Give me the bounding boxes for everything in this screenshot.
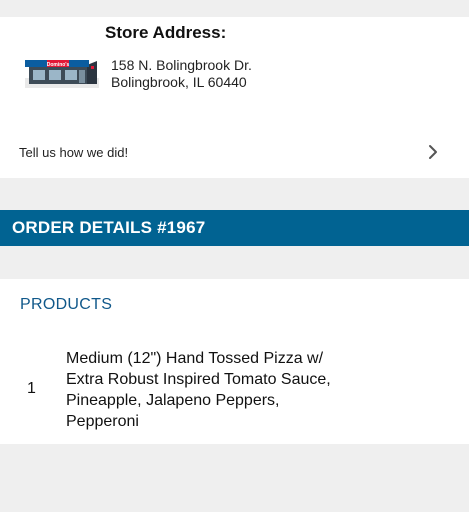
chevron-right-icon (429, 145, 437, 159)
product-description: Medium (12") Hand Tossed Pizza w/ Extra … (66, 350, 331, 430)
dominos-storefront-icon: Domino's (25, 60, 99, 88)
store-address-title: Store Address: (105, 23, 227, 42)
products-section-label: PRODUCTS (20, 296, 113, 313)
store-card: Domino's Store Address: 158 N. Bolingbro… (0, 17, 469, 178)
svg-text:Domino's: Domino's (47, 62, 70, 68)
order-details-header: ORDER DETAILS #1967 (0, 210, 469, 246)
store-address-line2: Bolingbrook, IL 60440 (111, 74, 247, 90)
order-details-title: ORDER DETAILS #1967 (12, 218, 206, 237)
feedback-label: Tell us how we did! (19, 145, 129, 160)
products-card: PRODUCTS 1 Medium (12") Hand Tossed Pizz… (0, 279, 469, 444)
product-quantity: 1 (27, 380, 36, 397)
store-address-line1: 158 N. Bolingbrook Dr. (111, 57, 252, 73)
feedback-row[interactable]: Tell us how we did! (0, 135, 469, 167)
